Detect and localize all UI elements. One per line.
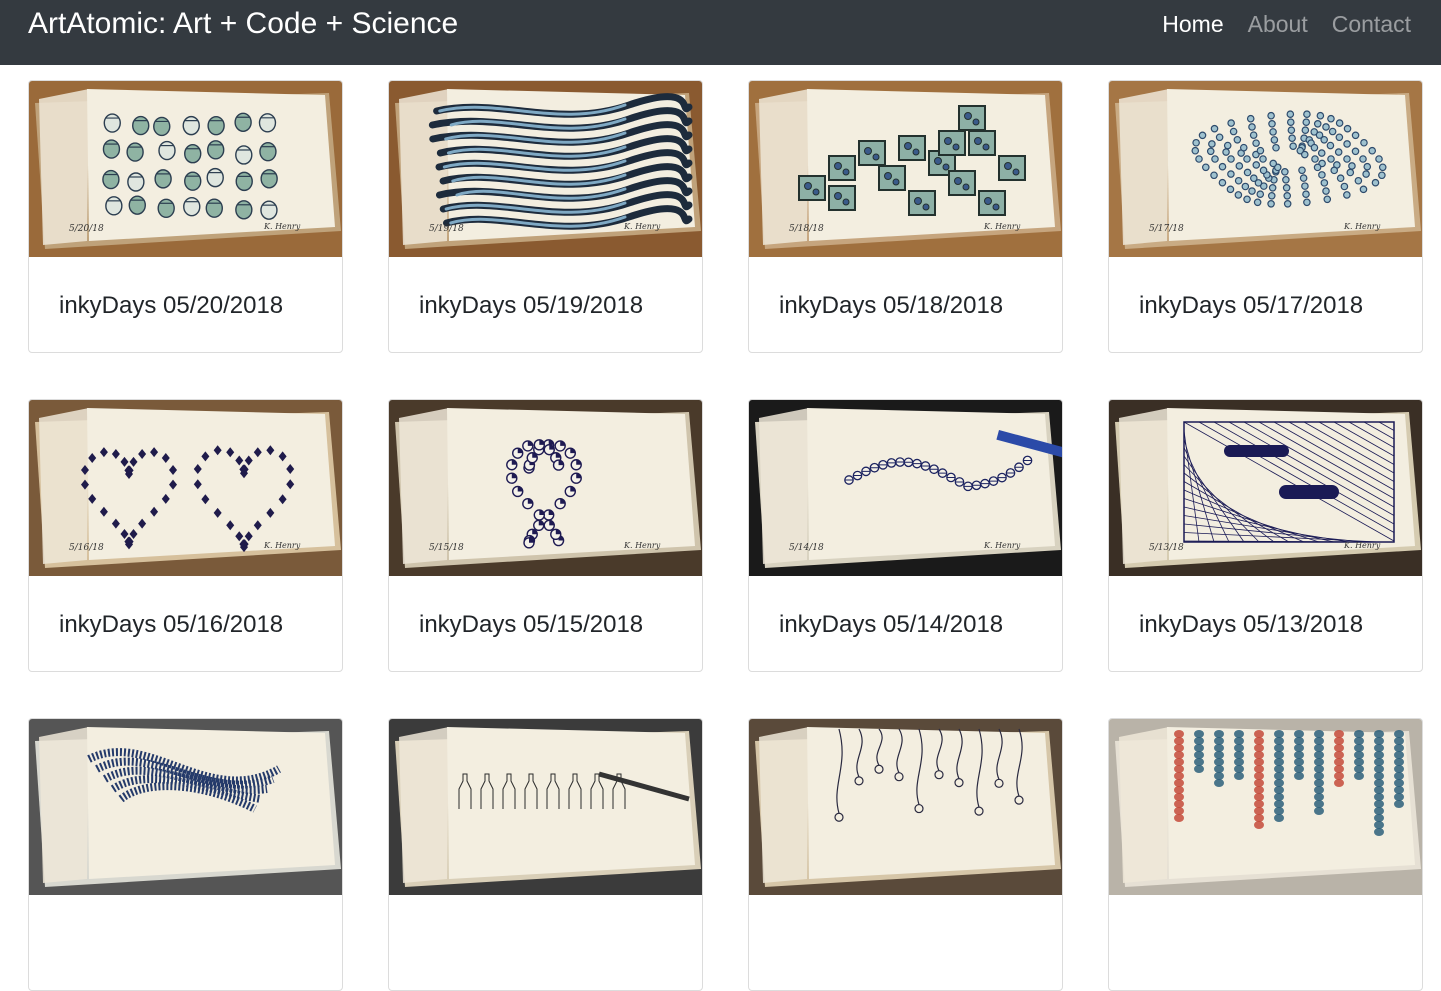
card-title[interactable]: inkyDays 05/15/2018 [389,576,702,639]
svg-text:K. Henry: K. Henry [623,541,661,550]
top-navbar: ArtAtomic: Art + Code + Science Home Abo… [0,0,1441,65]
card-title[interactable]: inkyDays 05/19/2018 [389,257,702,320]
sketchbook-drawing [749,719,1062,895]
svg-text:K. Henry: K. Henry [983,222,1021,231]
svg-text:5/17/18: 5/17/18 [1149,224,1184,234]
svg-text:K. Henry: K. Henry [1343,541,1381,550]
nav-link-about[interactable]: About [1248,11,1308,38]
card-title[interactable]: inkyDays 05/14/2018 [749,576,1062,639]
artwork-card[interactable]: 5/19/18 K. Henry inkyDays 05/19/2018 [388,80,703,353]
card-title[interactable]: inkyDays 05/17/2018 [1109,257,1422,320]
svg-text:K. Henry: K. Henry [983,541,1021,550]
sketchbook-drawing: 5/13/18 K. Henry [1109,400,1422,576]
artwork-thumbnail[interactable]: 5/18/18 K. Henry [749,81,1062,257]
artwork-card[interactable]: 5/20/18 K. Henry inkyDays 05/20/2018 [28,80,343,353]
sketchbook-drawing [29,719,342,895]
svg-text:5/18/18: 5/18/18 [789,224,824,234]
site-brand[interactable]: ArtAtomic: Art + Code + Science [28,7,458,41]
artwork-card[interactable] [388,718,703,991]
card-title[interactable] [29,895,342,930]
artwork-card[interactable] [28,718,343,991]
card-title[interactable]: inkyDays 05/16/2018 [29,576,342,639]
card-title[interactable] [1109,895,1422,930]
svg-text:5/13/18: 5/13/18 [1149,543,1184,553]
artwork-thumbnail[interactable]: 5/20/18 K. Henry [29,81,342,257]
svg-text:5/16/18: 5/16/18 [69,543,104,553]
artwork-card[interactable]: 5/16/18 K. Henry inkyDays 05/16/2018 [28,399,343,672]
sketchbook-drawing [389,719,702,895]
artwork-thumbnail[interactable] [1109,719,1422,895]
artwork-thumbnail[interactable]: 5/14/18 K. Henry [749,400,1062,576]
svg-text:5/19/18: 5/19/18 [429,224,464,234]
svg-text:K. Henry: K. Henry [623,222,661,231]
card-title[interactable]: inkyDays 05/18/2018 [749,257,1062,320]
sketchbook-drawing: 5/15/18 K. Henry [389,400,702,576]
artwork-thumbnail[interactable] [749,719,1062,895]
sketchbook-drawing [1109,719,1422,895]
artwork-thumbnail[interactable]: 5/17/18 K. Henry [1109,81,1422,257]
artwork-thumbnail[interactable]: 5/19/18 K. Henry [389,81,702,257]
sketchbook-drawing: 5/20/18 K. Henry [29,81,342,257]
svg-text:5/15/18: 5/15/18 [429,543,464,553]
artwork-card[interactable]: 5/17/18 K. Henry inkyDays 05/17/2018 [1108,80,1423,353]
card-title[interactable]: inkyDays 05/20/2018 [29,257,342,320]
artwork-thumbnail[interactable] [389,719,702,895]
svg-text:K. Henry: K. Henry [263,541,301,550]
artwork-card[interactable]: 5/14/18 K. Henry inkyDays 05/14/2018 [748,399,1063,672]
artwork-thumbnail[interactable]: 5/15/18 K. Henry [389,400,702,576]
svg-text:5/14/18: 5/14/18 [789,543,824,553]
nav-link-contact[interactable]: Contact [1332,11,1411,38]
card-title[interactable] [749,895,1062,930]
sketchbook-drawing: 5/19/18 K. Henry [389,81,702,257]
artwork-grid: 5/20/18 K. Henry inkyDays 05/20/2018 5/19/1… [28,80,1423,991]
artwork-card[interactable] [1108,718,1423,991]
sketchbook-drawing: 5/14/18 K. Henry [749,400,1062,576]
artwork-card[interactable] [748,718,1063,991]
svg-text:K. Henry: K. Henry [1343,222,1381,231]
artwork-card[interactable]: 5/13/18 K. Henry inkyDays 05/13/2018 [1108,399,1423,672]
artwork-card[interactable]: 5/15/18 K. Henry inkyDays 05/15/2018 [388,399,703,672]
artwork-thumbnail[interactable]: 5/16/18 K. Henry [29,400,342,576]
artwork-thumbnail[interactable]: 5/13/18 K. Henry [1109,400,1422,576]
artwork-thumbnail[interactable] [29,719,342,895]
sketchbook-drawing: 5/18/18 K. Henry [749,81,1062,257]
nav-links: Home About Contact [1138,11,1411,38]
card-title[interactable]: inkyDays 05/13/2018 [1109,576,1422,639]
svg-text:5/20/18: 5/20/18 [69,224,104,234]
card-title[interactable] [389,895,702,930]
sketchbook-drawing: 5/17/18 K. Henry [1109,81,1422,257]
artwork-card[interactable]: 5/18/18 K. Henry inkyDays 05/18/2018 [748,80,1063,353]
svg-text:K. Henry: K. Henry [263,222,301,231]
nav-link-home[interactable]: Home [1162,11,1223,38]
sketchbook-drawing: 5/16/18 K. Henry [29,400,342,576]
